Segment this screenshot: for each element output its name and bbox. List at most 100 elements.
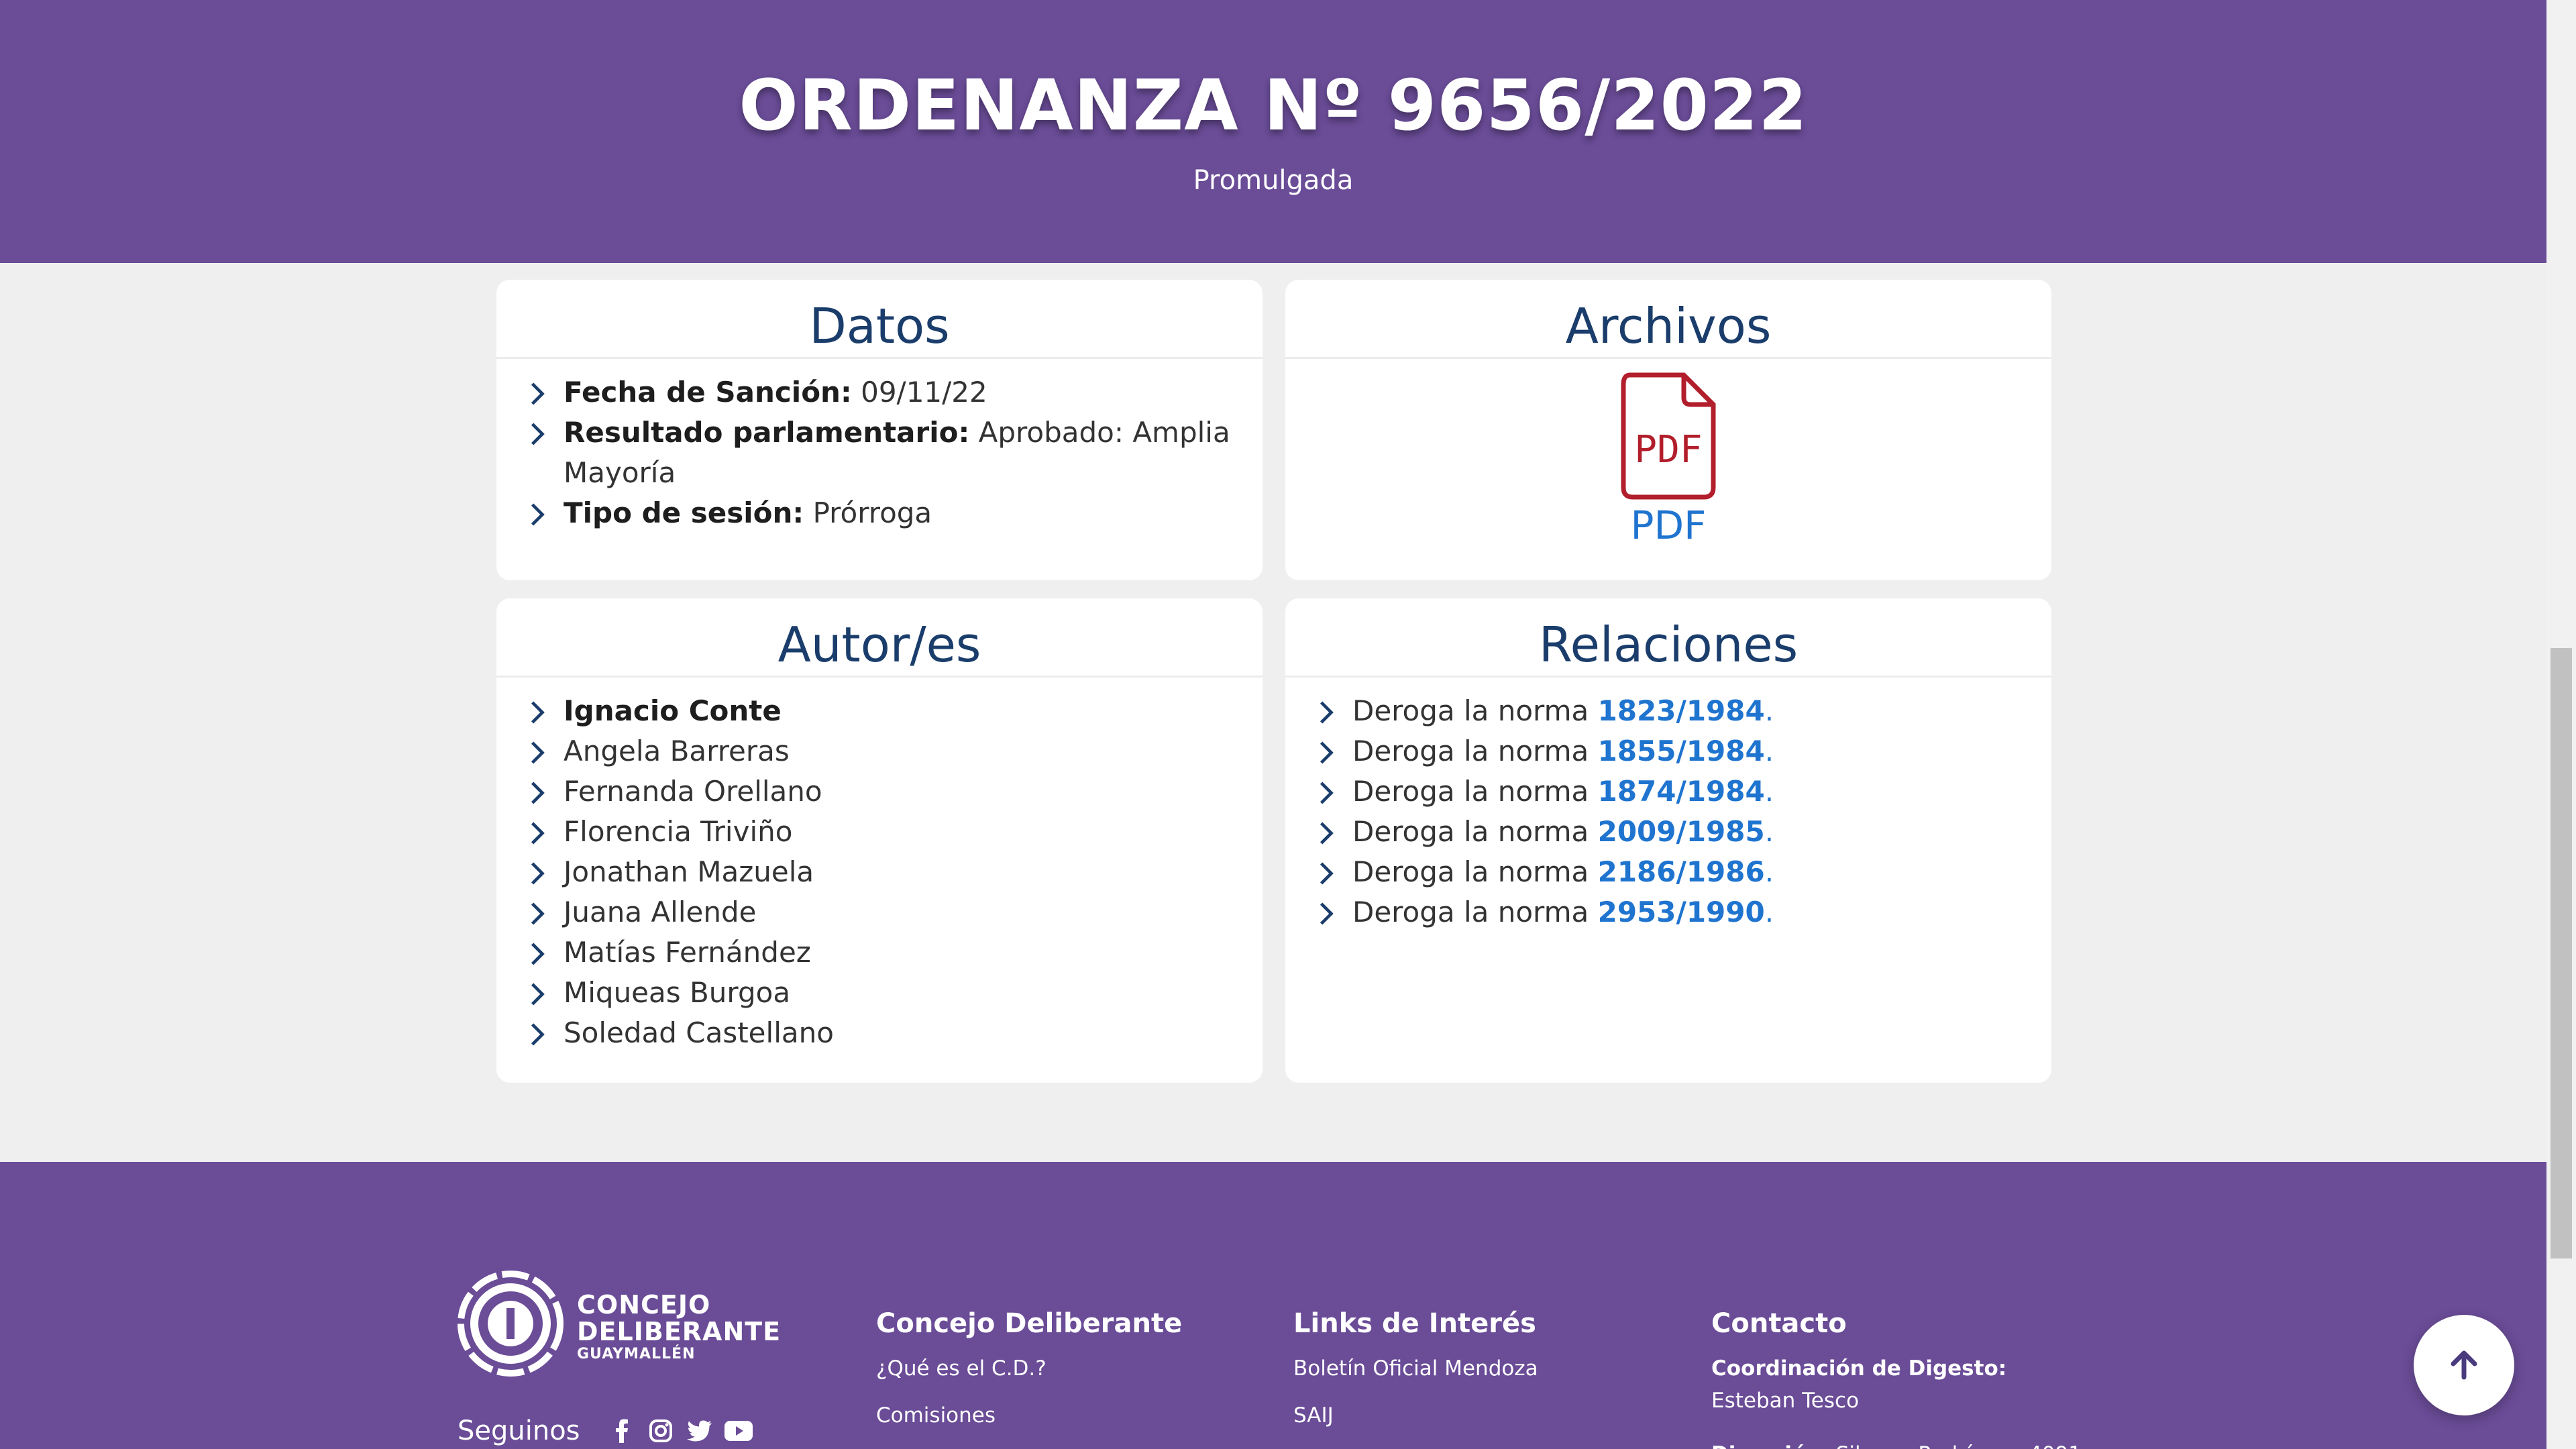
chevron-right-icon bbox=[527, 741, 547, 764]
chevron-right-icon bbox=[1316, 701, 1336, 724]
contact-coord-name: Esteban Tesco bbox=[1711, 1389, 1860, 1413]
relation-prefix: Deroga la norma bbox=[1352, 896, 1589, 928]
social-follow: Seguinos bbox=[458, 1415, 763, 1446]
youtube-icon[interactable] bbox=[724, 1417, 753, 1444]
footer-col-links: Links de Interés Boletín Oficial Mendoza… bbox=[1293, 1308, 1538, 1449]
autores-title: Autor/es bbox=[496, 598, 1263, 678]
author-name: Soledad Castellano bbox=[564, 1016, 834, 1049]
relation-link[interactable]: 2953/1990 bbox=[1598, 896, 1765, 928]
author-name: Angela Barreras bbox=[564, 735, 790, 767]
author-item: Matías Fernández bbox=[531, 932, 1263, 973]
author-name: Juana Allende bbox=[564, 896, 757, 928]
author-item: Angela Barreras bbox=[531, 731, 1263, 771]
author-name: Jonathan Mazuela bbox=[564, 855, 814, 888]
author-item: Miqueas Burgoa bbox=[531, 973, 1263, 1013]
autores-card: Autor/es Ignacio Conte Angela Barreras F… bbox=[496, 598, 1263, 1083]
relation-prefix: Deroga la norma bbox=[1352, 694, 1589, 727]
chevron-right-icon bbox=[527, 822, 547, 845]
datos-item: Resultado parlamentario: Aprobado: Ampli… bbox=[531, 413, 1263, 493]
datos-label: Tipo de sesión: bbox=[564, 496, 804, 529]
relaciones-title: Relaciones bbox=[1285, 598, 2051, 678]
author-item: Jonathan Mazuela bbox=[531, 852, 1263, 892]
relation-prefix: Deroga la norma bbox=[1352, 855, 1589, 888]
relaciones-card: Relaciones Deroga la norma 1823/1984. De… bbox=[1285, 598, 2051, 1083]
contact-coord-label: Coordinación de Digesto: bbox=[1711, 1356, 2007, 1381]
relation-link[interactable]: 2186/1986 bbox=[1598, 855, 1765, 888]
scrollbar-thumb[interactable] bbox=[2551, 648, 2572, 1258]
follow-label: Seguinos bbox=[458, 1415, 580, 1446]
chevron-right-icon bbox=[527, 983, 547, 1006]
brand-text: CONCEJO DELIBERANTE GUAYMALLÉN bbox=[577, 1292, 781, 1362]
relation-link[interactable]: 1855/1984 bbox=[1598, 735, 1765, 767]
relation-item: Deroga la norma 2009/1985. bbox=[1320, 812, 2051, 852]
pdf-download-link[interactable]: PDF PDF bbox=[1285, 372, 2051, 548]
author-item-lead: Ignacio Conte bbox=[531, 691, 1263, 731]
page-scrollbar[interactable] bbox=[2546, 0, 2576, 1449]
relation-item: Deroga la norma 1874/1984. bbox=[1320, 771, 2051, 812]
footer-col-title: Contacto bbox=[1711, 1308, 1847, 1339]
relation-link[interactable]: 1823/1984 bbox=[1598, 694, 1765, 727]
back-to-top-button[interactable] bbox=[2414, 1315, 2514, 1415]
status-text: Promulgada bbox=[1193, 165, 1354, 196]
archivos-card: Archivos PDF PDF bbox=[1285, 280, 2051, 580]
twitter-icon[interactable] bbox=[685, 1417, 714, 1444]
relation-item: Deroga la norma 1855/1984. bbox=[1320, 731, 2051, 771]
page-header: ORDENANZA Nº 9656/2022 Promulgada bbox=[0, 0, 2546, 263]
svg-text:PDF: PDF bbox=[1634, 428, 1702, 472]
footer-col-concejo: Concejo Deliberante ¿Qué es el C.D.? Com… bbox=[876, 1308, 1182, 1449]
relation-item: Deroga la norma 2186/1986. bbox=[1320, 852, 2051, 892]
chevron-right-icon bbox=[527, 1023, 547, 1046]
author-name: Miqueas Burgoa bbox=[564, 976, 791, 1009]
chevron-right-icon bbox=[527, 902, 547, 925]
archivos-title: Archivos bbox=[1285, 280, 2051, 359]
author-name: Ignacio Conte bbox=[564, 694, 782, 727]
author-item: Fernanda Orellano bbox=[531, 771, 1263, 812]
pdf-file-icon: PDF bbox=[1621, 372, 1716, 500]
datos-label: Fecha de Sanción: bbox=[564, 376, 852, 409]
footer-col-title: Concejo Deliberante bbox=[876, 1308, 1183, 1339]
datos-list: Fecha de Sanción: 09/11/22 Resultado par… bbox=[496, 359, 1263, 533]
author-item: Florencia Triviño bbox=[531, 812, 1263, 852]
relation-link[interactable]: 2009/1985 bbox=[1598, 815, 1765, 848]
chevron-right-icon bbox=[527, 943, 547, 965]
author-item: Juana Allende bbox=[531, 892, 1263, 932]
chevron-right-icon bbox=[527, 423, 547, 445]
chevron-right-icon bbox=[527, 782, 547, 804]
chevron-right-icon bbox=[527, 701, 547, 724]
footer-col-contacto: Contacto Coordinación de Digesto: Esteba… bbox=[1711, 1308, 2082, 1449]
site-footer: CONCEJO DELIBERANTE GUAYMALLÉN Seguinos … bbox=[0, 1162, 2546, 1449]
chevron-right-icon bbox=[527, 862, 547, 885]
relation-prefix: Deroga la norma bbox=[1352, 735, 1589, 767]
datos-card: Datos Fecha de Sanción: 09/11/22 Resulta… bbox=[496, 280, 1263, 580]
author-item: Soledad Castellano bbox=[531, 1013, 1263, 1053]
footer-link-que-es[interactable]: ¿Qué es el C.D.? bbox=[876, 1356, 1182, 1381]
chevron-right-icon bbox=[527, 503, 547, 526]
relation-item: Deroga la norma 2953/1990. bbox=[1320, 892, 2051, 932]
concejo-logo-icon bbox=[458, 1271, 564, 1377]
footer-link-saij[interactable]: SAIJ bbox=[1293, 1403, 1538, 1428]
social-links bbox=[607, 1417, 763, 1444]
datos-title: Datos bbox=[496, 280, 1263, 359]
relation-link[interactable]: 1874/1984 bbox=[1598, 775, 1765, 808]
chevron-right-icon bbox=[1316, 741, 1336, 764]
arrow-up-icon bbox=[2451, 1350, 2477, 1380]
datos-item: Tipo de sesión: Prórroga bbox=[531, 493, 1263, 533]
relation-prefix: Deroga la norma bbox=[1352, 775, 1589, 808]
page-title: ORDENANZA Nº 9656/2022 bbox=[739, 64, 1808, 146]
datos-value: Prórroga bbox=[812, 496, 932, 529]
relation-item: Deroga la norma 1823/1984. bbox=[1320, 691, 2051, 731]
brand-line1: CONCEJO bbox=[577, 1290, 711, 1320]
facebook-icon[interactable] bbox=[607, 1417, 637, 1444]
instagram-icon[interactable] bbox=[646, 1417, 676, 1444]
chevron-right-icon bbox=[1316, 902, 1336, 925]
pdf-label: PDF bbox=[1630, 502, 1707, 548]
brand-line3: GUAYMALLÉN bbox=[577, 1346, 696, 1362]
footer-link-comisiones[interactable]: Comisiones bbox=[876, 1403, 1182, 1428]
brand-line2: DELIBERANTE bbox=[577, 1317, 782, 1346]
brand-logo[interactable]: CONCEJO DELIBERANTE GUAYMALLÉN bbox=[458, 1271, 780, 1378]
contact-address-label: Dirección: bbox=[1711, 1442, 1829, 1449]
author-name: Fernanda Orellano bbox=[564, 775, 822, 808]
footer-link-boletin[interactable]: Boletín Oficial Mendoza bbox=[1293, 1356, 1538, 1381]
autores-list: Ignacio Conte Angela Barreras Fernanda O… bbox=[496, 678, 1263, 1053]
chevron-right-icon bbox=[1316, 822, 1336, 845]
